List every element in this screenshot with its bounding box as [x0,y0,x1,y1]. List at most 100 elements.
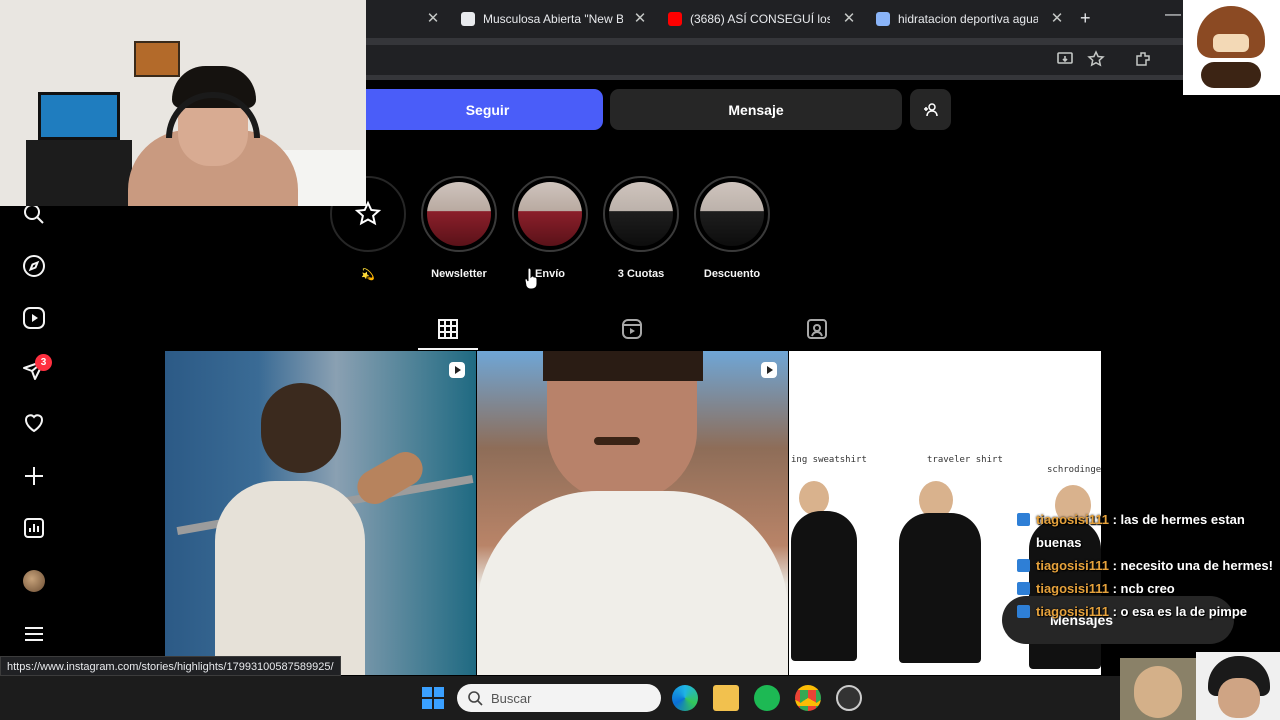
highlight-thumbnail [518,182,582,246]
highlight-newsletter[interactable]: Newsletter [420,176,498,280]
tab-favicon [876,12,890,26]
explore-icon[interactable] [22,254,46,278]
highlight-label: 💫 [361,269,375,281]
chat-username: tiagosisi111 [1036,512,1109,527]
chat-message: tiagosisi111 : ncb creo [1017,577,1279,600]
grid-icon[interactable] [437,318,459,340]
file-explorer-icon[interactable] [713,685,739,711]
highlight-label: Envío [535,268,565,280]
chat-badge-icon [1017,605,1030,618]
taskbar-search[interactable]: Buscar [457,684,661,712]
character-face [1218,678,1260,718]
highlight-ring [603,176,679,252]
model-traveler-shirt [899,513,981,663]
tab-title: Musculosa Abierta "New Bra [483,12,623,26]
minimize-button[interactable]: — [1165,6,1181,24]
hand-cursor-icon [524,267,538,290]
windows-taskbar: Buscar [0,676,1280,720]
chat-badge-icon [1017,582,1030,595]
chat-text: : ncb creo [1109,581,1175,596]
character-face [1134,666,1182,718]
menu-icon[interactable] [22,622,46,646]
product-label: ing sweatshirt [791,455,867,465]
obs-icon[interactable] [836,685,862,711]
browser-tab[interactable]: (3686) ASÍ CONSEGUÍ los BR ✕ [668,6,858,32]
chat-text: : necesito una de hermes! [1109,558,1273,573]
reels-tab-icon[interactable] [621,318,643,340]
post-tile[interactable] [477,351,788,675]
goomba-feet [1201,62,1261,88]
active-tab-indicator [418,348,478,350]
character-overlay-right [1196,652,1280,720]
tab-title: hidratacion deportiva agua+ [898,12,1038,26]
reels-icon[interactable] [22,306,46,330]
close-tab-icon[interactable]: ✕ [840,10,858,28]
product-label: traveler shirt [927,455,1003,465]
dashboard-icon[interactable] [22,516,46,540]
create-icon[interactable] [22,464,46,488]
close-tab-icon[interactable]: ✕ [1048,10,1066,28]
highlight-thumbnail [427,182,491,246]
highlight-ring [694,176,770,252]
desk [26,140,132,206]
new-tab-button[interactable]: + [1080,8,1091,29]
tab-favicon [461,12,475,26]
chat-message: tiagosisi111 : las de hermes estan buena… [1017,508,1279,554]
edge-icon[interactable] [672,685,698,711]
highlight-thumbnail [609,182,673,246]
chat-badge-icon [1017,513,1030,526]
chat-username: tiagosisi111 [1036,604,1109,619]
chat-badge-icon [1017,559,1030,572]
close-tab-icon[interactable]: ✕ [631,10,649,28]
browser-tab[interactable]: Musculosa Abierta "New Bra ✕ [461,6,649,32]
post-photo-hair [543,351,703,381]
goomba-face [1213,34,1249,52]
post-photo-mustache [594,437,640,445]
highlight-ring [421,176,497,252]
highlight-descuento[interactable]: Descuento [693,176,771,280]
highlight-cuotas[interactable]: 3 Cuotas [602,176,680,280]
close-tab-icon[interactable]: ✕ [424,10,442,28]
extensions-icon[interactable] [1134,50,1152,68]
messages-badge: 3 [35,354,52,371]
chrome-icon[interactable] [795,685,821,711]
tagged-icon[interactable] [806,318,828,340]
model-sweatshirt [791,511,857,661]
windows-start-icon[interactable] [421,686,445,710]
add-person-button[interactable] [910,89,951,130]
follow-button[interactable]: Seguir [346,89,603,130]
chat-message: tiagosisi111 : necesito una de hermes! [1017,554,1279,577]
wall-painting [134,41,180,77]
highlight-label: 3 Cuotas [617,268,665,280]
post-photo-head [261,383,341,473]
reel-indicator-icon [449,362,465,378]
post-tile[interactable] [165,351,476,675]
goomba-overlay [1183,0,1280,95]
bookmark-star-icon[interactable] [1087,50,1105,68]
highlight-ring [512,176,588,252]
highlight-thumbnail [700,182,764,246]
browser-tab-active-close[interactable]: ✕ [420,6,442,32]
install-app-icon[interactable] [1056,50,1074,68]
highlight-envio[interactable]: Envío [511,176,589,280]
reel-indicator-icon [761,362,777,378]
spotify-icon[interactable] [754,685,780,711]
browser-tab[interactable]: hidratacion deportiva agua+ ✕ [876,6,1066,32]
post-photo-shirt [215,481,365,675]
post-photo-tshirt [477,491,788,675]
model-head [799,481,829,515]
chat-message: tiagosisi111 : o esa es la de pimpe [1017,600,1279,623]
message-button[interactable]: Mensaje [610,89,902,130]
search-icon [468,691,483,706]
instagram-sidebar: 3 [0,204,68,656]
add-person-icon [923,102,938,116]
chat-text: : o esa es la de pimpe [1109,604,1247,619]
chat-username: tiagosisi111 [1036,558,1109,573]
profile-avatar[interactable] [23,570,45,592]
character-overlay-left [1120,658,1196,720]
heart-icon[interactable] [22,411,46,435]
tab-title: (3686) ASÍ CONSEGUÍ los BR [690,12,830,26]
status-bar-url: https://www.instagram.com/stories/highli… [0,656,341,676]
webcam-overlay [0,0,366,206]
youtube-favicon [668,12,682,26]
